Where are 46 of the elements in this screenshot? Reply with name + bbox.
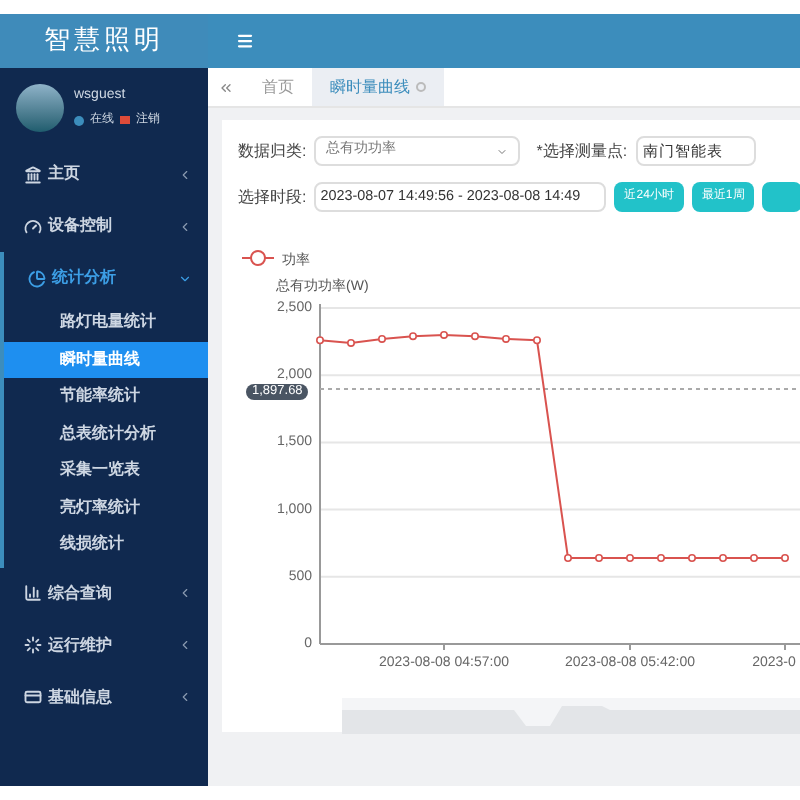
logout-icon: [120, 116, 130, 125]
data-point: [564, 554, 572, 562]
data-point: [347, 338, 355, 347]
data-point: [688, 554, 696, 562]
avatar: [16, 84, 64, 132]
field-label: *选择测量点:: [536, 139, 628, 163]
scroll-left-icon[interactable]: [218, 79, 234, 95]
chevron-left-icon: [178, 638, 192, 652]
data-point: [533, 336, 541, 345]
legend-marker-icon: [241, 250, 275, 266]
data-point: [626, 554, 634, 562]
chevron-left-icon: [178, 586, 192, 600]
submenu-item[interactable]: 亮灯率统计: [4, 489, 208, 526]
data-point: [750, 554, 758, 562]
chevron-left-icon: [178, 219, 192, 233]
logo-text: 智慧照明: [44, 23, 164, 60]
data-point: [409, 332, 417, 341]
data-point: [378, 334, 386, 343]
data-point: [657, 554, 665, 562]
sidebar-item[interactable]: 基础信息: [0, 671, 208, 723]
sidebar-item[interactable]: 主页: [0, 148, 208, 200]
caret-icon: [496, 145, 509, 157]
field-label: 选择时段:: [238, 185, 307, 209]
quick-range-button[interactable]: [762, 182, 800, 212]
field-label: 数据归类:: [238, 139, 307, 163]
sidebar-item[interactable]: 综合查询: [0, 567, 208, 619]
data-point: [316, 336, 324, 345]
submenu-item[interactable]: 总表统计分析: [4, 415, 208, 452]
close-icon[interactable]: [416, 82, 426, 92]
data-point: [781, 554, 789, 562]
submenu-item[interactable]: 路灯电量统计: [4, 304, 208, 341]
submenu-item[interactable]: 采集一览表: [4, 452, 208, 489]
zoom-slider[interactable]: [342, 698, 800, 734]
data-point: [719, 554, 727, 562]
chevron-left-icon: [178, 690, 192, 704]
sidebar-item[interactable]: 运行维护: [0, 619, 208, 671]
data-point: [440, 330, 448, 339]
data-point: [471, 332, 479, 341]
chevron-down-icon: [178, 271, 192, 285]
submenu-item[interactable]: 线损统计: [4, 526, 208, 563]
sidebar-item[interactable]: 统计分析: [4, 252, 208, 304]
chevron-left-icon: [178, 167, 192, 181]
data-point: [595, 554, 603, 562]
data-point: [502, 334, 510, 343]
submenu-item[interactable]: 节能率统计: [4, 378, 208, 415]
sidebar-item[interactable]: 设备控制: [0, 200, 208, 252]
